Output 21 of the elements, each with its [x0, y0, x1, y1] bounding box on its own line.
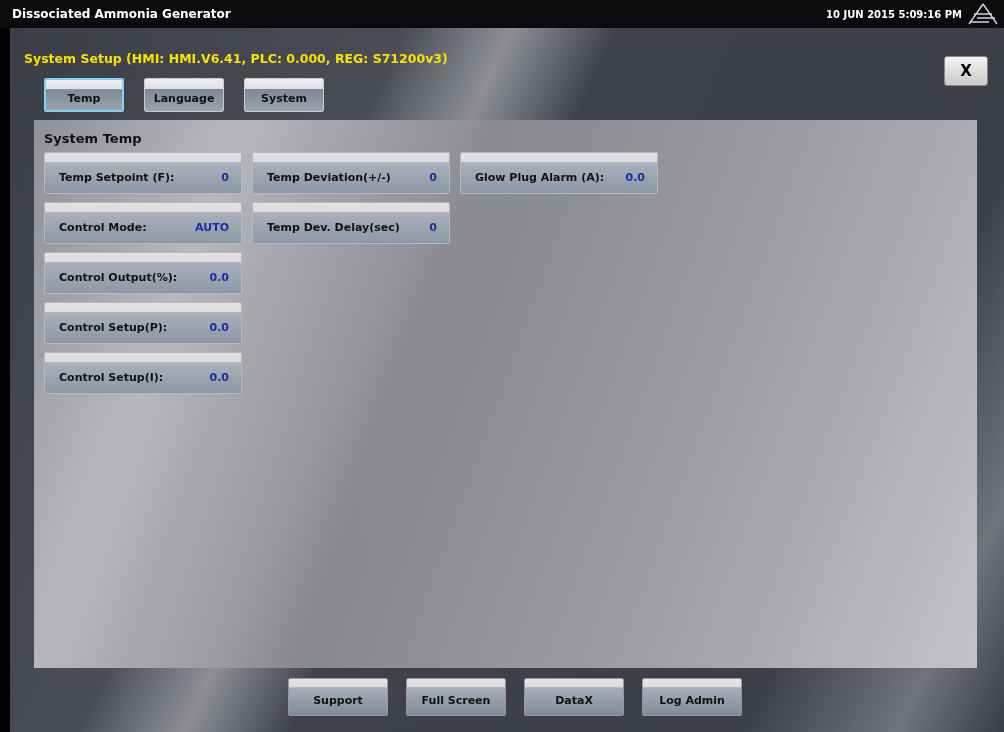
setting-button[interactable]: Temp Deviation(+/-) 0 [252, 152, 450, 194]
dialog-title: System Setup (HMI: HMI.V6.41, PLC: 0.000, REG: S71200v3) [24, 51, 448, 66]
tab[interactable]: Temp [44, 78, 124, 112]
setting-button[interactable]: Temp Setpoint (F): 0 [44, 152, 242, 194]
setting-button[interactable]: Control Setup(P): 0.0 [44, 302, 242, 344]
setting-button[interactable]: Temp Dev. Delay(sec) 0 [252, 202, 450, 244]
window-title: Dissociated Ammonia Generator [12, 7, 231, 21]
tab[interactable]: Language [144, 78, 224, 112]
setting-button[interactable]: Control Mode: AUTO [44, 202, 242, 244]
tab[interactable]: System [244, 78, 324, 112]
action-button[interactable]: Support [288, 678, 388, 716]
close-button[interactable]: X [944, 56, 988, 86]
action-button[interactable]: Full Screen [406, 678, 506, 716]
date-time: 10 JUN 2015 5:09:16 PM [826, 8, 962, 20]
section-title: System Temp [44, 131, 142, 146]
setting-button[interactable]: Control Output(%): 0.0 [44, 252, 242, 294]
logo-icon [968, 3, 998, 25]
setting-button[interactable]: Control Setup(I): 0.0 [44, 352, 242, 394]
action-button[interactable]: DataX [524, 678, 624, 716]
action-button[interactable]: Log Admin [642, 678, 742, 716]
setting-button[interactable]: Glow Plug Alarm (A): 0.0 [460, 152, 658, 194]
